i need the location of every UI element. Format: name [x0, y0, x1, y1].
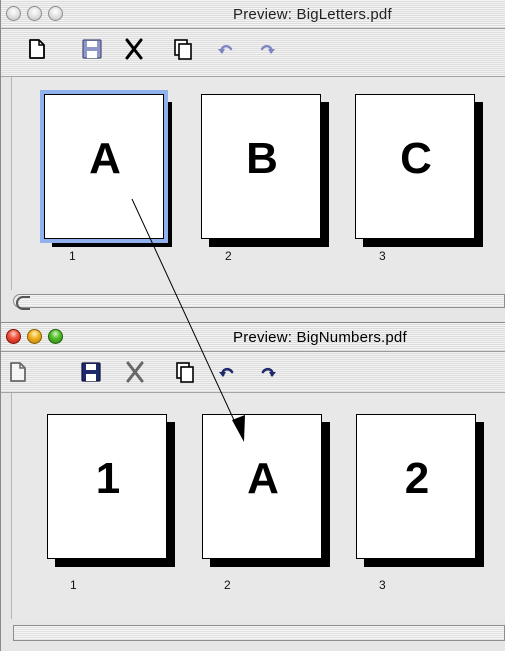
- window-bignumbers: Preview: BigNumbers.pdf 1 1 A 2 2 3: [0, 322, 505, 651]
- page-thumbnail[interactable]: 1: [47, 414, 175, 567]
- copy-icon[interactable]: [171, 37, 195, 61]
- horizontal-scrollbar[interactable]: [13, 625, 505, 641]
- title-bar[interactable]: Preview: BigLetters.pdf: [1, 0, 505, 29]
- page-glyph: 2: [404, 454, 430, 503]
- page-glyph: A: [89, 134, 121, 183]
- page: A: [202, 414, 322, 559]
- page-glyph: C: [400, 134, 432, 183]
- page: A: [44, 94, 164, 239]
- cut-icon[interactable]: [122, 37, 146, 61]
- copy-icon[interactable]: [173, 360, 197, 384]
- page-thumbnail[interactable]: A: [202, 414, 330, 567]
- undo-icon[interactable]: [215, 360, 239, 384]
- page-thumbnail[interactable]: 2: [356, 414, 484, 567]
- window-bigletters: Preview: BigLetters.pdf A 1 B 2 C 3: [0, 0, 505, 325]
- minimize-button[interactable]: [27, 6, 42, 21]
- close-button[interactable]: [6, 6, 21, 21]
- zoom-button[interactable]: [48, 329, 63, 344]
- close-button[interactable]: [6, 329, 21, 344]
- redo-icon[interactable]: [255, 37, 279, 61]
- page: C: [355, 94, 475, 239]
- window-title: Preview: BigNumbers.pdf: [233, 329, 407, 346]
- toolbar: [1, 29, 505, 77]
- save-icon[interactable]: [79, 360, 103, 384]
- page: 1: [47, 414, 167, 559]
- page-thumbnail[interactable]: C: [355, 94, 483, 247]
- page: 2: [356, 414, 476, 559]
- thumbnail-pane: A 1 B 2 C 3: [11, 77, 505, 290]
- thumbnail-pane: 1 1 A 2 2 3: [11, 393, 505, 619]
- cut-icon[interactable]: [123, 360, 147, 384]
- page: B: [201, 94, 321, 239]
- minimize-button[interactable]: [27, 329, 42, 344]
- title-bar[interactable]: Preview: BigNumbers.pdf: [1, 323, 505, 352]
- zoom-button[interactable]: [48, 6, 63, 21]
- page-number: 2: [224, 578, 231, 592]
- page-thumbnail[interactable]: B: [201, 94, 329, 247]
- page-glyph: A: [247, 454, 279, 503]
- undo-icon[interactable]: [214, 37, 238, 61]
- page-glyph: 1: [95, 454, 121, 503]
- page-number: 3: [379, 249, 386, 263]
- window-title: Preview: BigLetters.pdf: [233, 6, 392, 23]
- new-document-icon[interactable]: [6, 360, 30, 384]
- page-number: 2: [225, 249, 232, 263]
- horizontal-scrollbar[interactable]: [13, 294, 505, 310]
- page-number: 1: [70, 578, 77, 592]
- new-document-icon[interactable]: [25, 37, 49, 61]
- page-number: 1: [69, 249, 76, 263]
- page-glyph: B: [246, 134, 278, 183]
- page-thumbnail[interactable]: A: [44, 94, 172, 247]
- redo-icon[interactable]: [256, 360, 280, 384]
- scroll-arrow-left-icon[interactable]: [16, 296, 30, 310]
- page-number: 3: [379, 578, 386, 592]
- save-icon[interactable]: [80, 37, 104, 61]
- toolbar: [1, 352, 505, 393]
